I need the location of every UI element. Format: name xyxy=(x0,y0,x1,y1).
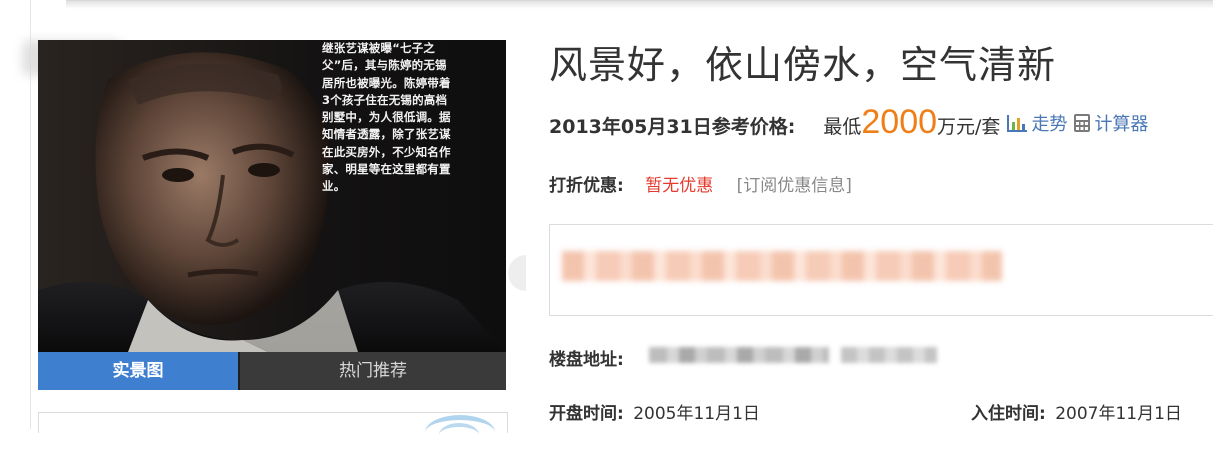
trend-link[interactable]: 走势 xyxy=(1006,110,1067,136)
property-title: 风景好，依山傍水，空气清新 xyxy=(549,43,1057,87)
subscribe-discount-link[interactable]: [订阅优惠信息] xyxy=(737,176,852,196)
price-unit: 万元/套 xyxy=(937,116,1001,138)
scroll-arrow[interactable] xyxy=(508,255,526,291)
movein-date-row: 入住时间: 2007年11月1日 xyxy=(971,399,1182,424)
tab-real-photos[interactable]: 实景图 xyxy=(38,352,238,390)
calculator-label: 计算器 xyxy=(1094,114,1149,135)
address-row: 楼盘地址: xyxy=(549,345,937,370)
discount-label: 打折优惠: xyxy=(549,176,624,196)
movein-date-label: 入住时间: xyxy=(971,404,1046,424)
blurred-address-extra xyxy=(841,347,937,363)
price-prefix: 最低 xyxy=(823,116,862,138)
photo-tabs: 实景图 热门推荐 xyxy=(38,352,506,390)
calculator-link[interactable]: 计算器 xyxy=(1073,110,1148,136)
discount-value: 暂无优惠 xyxy=(645,176,714,196)
calculator-icon xyxy=(1074,114,1091,132)
price-row: 2013年05月31日参考价格: 最低 2000 万元/套 走势 计算器 xyxy=(549,103,1148,143)
blurred-address xyxy=(649,347,829,363)
blurred-promo-text xyxy=(562,251,1002,281)
address-label: 楼盘地址: xyxy=(549,350,624,370)
price-value: 2000 xyxy=(861,103,938,141)
wave-decoration-icon-inner xyxy=(439,423,479,447)
bar-chart-icon xyxy=(1007,115,1028,132)
open-date-value: 2005年11月1日 xyxy=(633,404,760,424)
open-date-label: 开盘时间: xyxy=(549,404,624,424)
promo-box xyxy=(549,224,1213,316)
header-bar-edge xyxy=(66,0,1213,9)
thumbnail-panel xyxy=(38,412,508,433)
discount-row: 打折优惠: 暂无优惠 [订阅优惠信息] xyxy=(549,171,852,196)
trend-label: 走势 xyxy=(1031,114,1068,135)
open-date-row: 开盘时间: 2005年11月1日 xyxy=(549,399,760,424)
price-label: 2013年05月31日参考价格: xyxy=(549,116,796,138)
tab-hot-recommend[interactable]: 热门推荐 xyxy=(240,352,506,390)
movein-date-value: 2007年11月1日 xyxy=(1055,404,1182,424)
photo-caption: 继张艺谋被曝“七子之父”后，其与陈婷的无锡居所也被曝光。陈婷带着3个孩子住在无锡… xyxy=(322,41,451,194)
